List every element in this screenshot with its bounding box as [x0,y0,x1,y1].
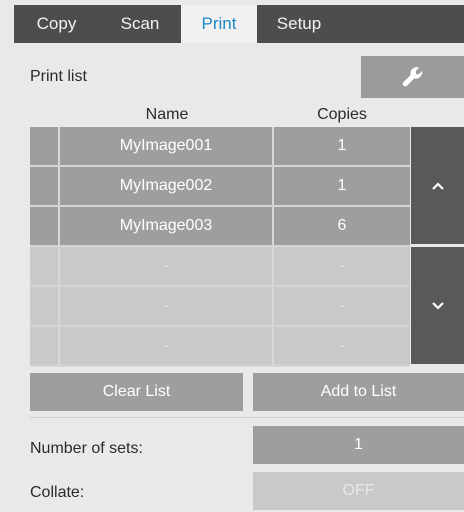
table-row[interactable]: MyImage001 1 [30,127,410,167]
row-copies: 1 [337,177,347,194]
chevron-up-icon [431,181,444,190]
row-copies: - [339,297,345,314]
divider [30,417,464,418]
row-handle[interactable] [30,247,60,285]
scroll-up-button[interactable] [411,127,464,244]
table-row[interactable]: - - [30,327,410,367]
clear-list-button[interactable]: Clear List [30,373,243,411]
print-list-table: MyImage001 1 MyImage002 1 MyImage003 6 -… [30,127,410,367]
row-name: MyImage003 [60,207,274,245]
row-copies: - [339,337,345,354]
print-panel: Copy Scan Print Setup Print list Name Co… [0,0,464,512]
row-copies: 1 [337,137,347,154]
row-name: MyImage002 [60,167,274,205]
row-copies: - [339,257,345,274]
row-handle[interactable] [30,127,60,165]
number-of-sets-field[interactable]: 1 [253,426,464,464]
row-handle[interactable] [30,287,60,325]
wrench-icon [402,67,422,87]
row-handle[interactable] [30,167,60,205]
tab-copy[interactable]: Copy [14,5,99,43]
row-name: - [60,327,274,365]
scroll-down-button[interactable] [411,247,464,364]
column-header-name: Name [145,106,189,123]
collate-toggle[interactable]: OFF [253,472,464,510]
row-copies: 6 [337,217,347,234]
table-row[interactable]: - - [30,247,410,287]
row-handle[interactable] [30,207,60,245]
number-of-sets-label: Number of sets: [30,440,143,457]
table-row[interactable]: MyImage002 1 [30,167,410,207]
table-row[interactable]: MyImage003 6 [30,207,410,247]
row-handle[interactable] [30,327,60,365]
tab-bar: Copy Scan Print Setup [14,5,464,43]
row-name: - [60,247,274,285]
row-name: MyImage001 [60,127,274,165]
add-to-list-button[interactable]: Add to List [253,373,464,411]
chevron-down-icon [431,301,444,310]
tab-setup[interactable]: Setup [257,5,341,43]
settings-tool-button[interactable] [361,56,464,98]
print-list-label: Print list [30,68,87,85]
column-header-copies: Copies [317,106,367,123]
row-name: - [60,287,274,325]
collate-label: Collate: [30,484,85,501]
table-row[interactable]: - - [30,287,410,327]
tab-scan[interactable]: Scan [99,5,181,43]
tab-print[interactable]: Print [181,5,257,43]
